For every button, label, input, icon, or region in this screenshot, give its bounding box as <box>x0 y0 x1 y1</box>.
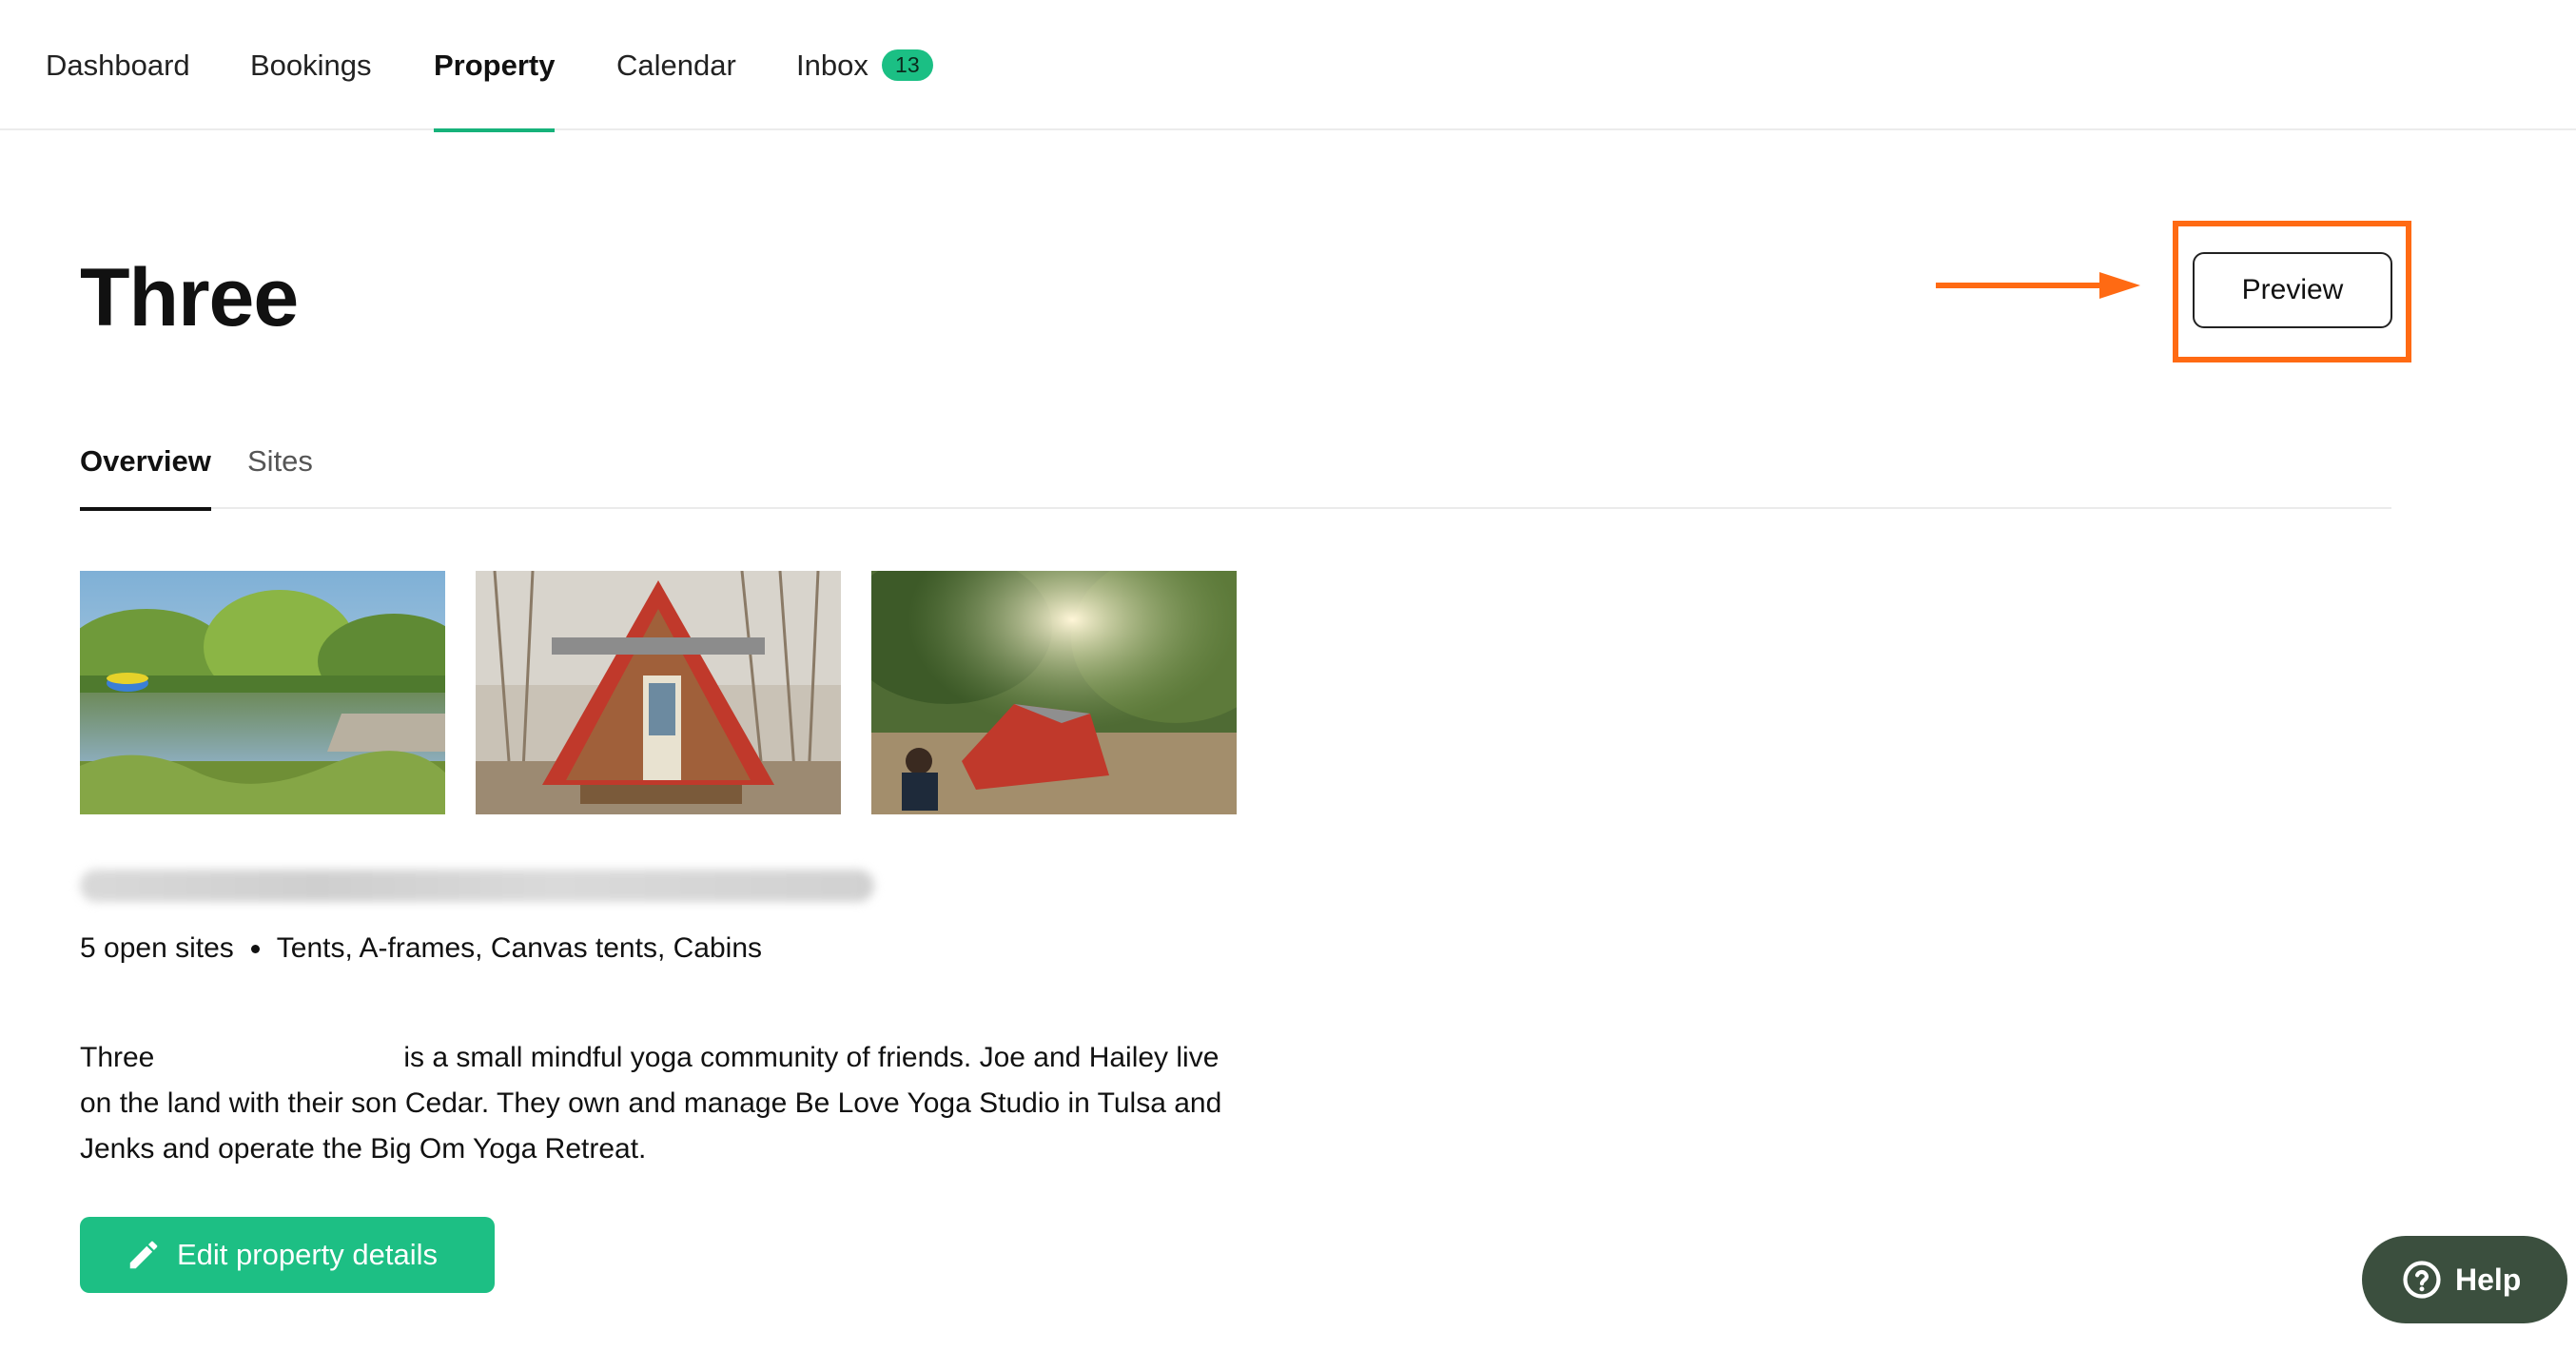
nav-dashboard-label: Dashboard <box>46 48 190 82</box>
address-redacted <box>80 870 874 902</box>
description-lead: Three <box>80 1042 155 1073</box>
bullet-separator-icon <box>250 944 260 953</box>
help-button[interactable]: Help <box>2362 1236 2567 1323</box>
edit-property-details-button[interactable]: Edit property details <box>80 1217 495 1293</box>
property-description: Three is a small mindful yoga community o… <box>80 1035 1240 1172</box>
site-summary: 5 open sites Tents, A-frames, Canvas ten… <box>80 932 762 965</box>
property-photo-tent[interactable] <box>871 571 1237 814</box>
a-frame-cabin-photo-icon <box>476 571 841 814</box>
top-navigation: Dashboard Bookings Property Calendar Inb… <box>0 0 2576 132</box>
nav-property[interactable]: Property <box>434 0 556 132</box>
help-label: Help <box>2455 1262 2522 1297</box>
nav-calendar-label: Calendar <box>616 48 736 82</box>
inbox-count-badge: 13 <box>881 49 933 81</box>
nav-bookings[interactable]: Bookings <box>250 0 372 130</box>
page-title: Three <box>80 252 299 343</box>
tab-overview-label: Overview <box>80 444 211 478</box>
nav-dashboard[interactable]: Dashboard <box>46 0 190 130</box>
pencil-icon <box>129 1241 158 1269</box>
description-body: is a small mindful yoga community of fri… <box>80 1042 1222 1165</box>
pond-photo-icon <box>80 571 445 814</box>
preview-button[interactable]: Preview <box>2193 252 2392 328</box>
property-tabs: Overview Sites <box>80 433 2391 511</box>
tab-sites[interactable]: Sites <box>247 433 313 509</box>
page: Dashboard Bookings Property Calendar Inb… <box>0 0 2576 1351</box>
edit-property-details-label: Edit property details <box>177 1238 438 1271</box>
property-photo-pond[interactable] <box>80 571 445 814</box>
tab-sites-label: Sites <box>247 444 313 478</box>
tab-overview[interactable]: Overview <box>80 433 211 511</box>
property-photo-a-frame[interactable] <box>476 571 841 814</box>
open-sites-count: 5 open sites <box>80 932 234 964</box>
question-circle-icon <box>2403 1261 2441 1299</box>
tent-camping-photo-icon <box>871 571 1237 814</box>
nav-property-label: Property <box>434 48 556 82</box>
nav-bookings-label: Bookings <box>250 48 372 82</box>
annotation-arrow-icon <box>1936 272 2140 299</box>
site-types: Tents, A-frames, Canvas tents, Cabins <box>276 932 763 964</box>
nav-inbox[interactable]: Inbox 13 <box>796 0 933 130</box>
nav-inbox-label: Inbox <box>796 48 868 82</box>
nav-calendar[interactable]: Calendar <box>616 0 736 130</box>
